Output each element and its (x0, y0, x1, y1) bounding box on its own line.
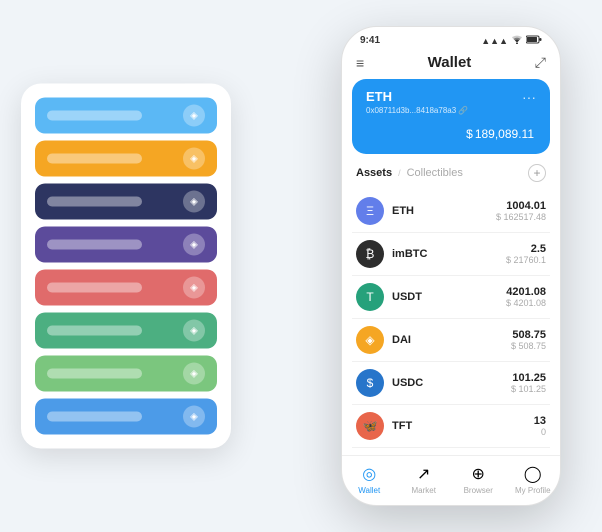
nav-item-my-profile[interactable]: ◯ My Profile (513, 464, 553, 495)
stack-card-icon: ◈ (183, 320, 205, 342)
stack-card-2[interactable]: ◈ (35, 184, 217, 220)
tab-divider: / (398, 168, 401, 178)
asset-amounts-dai: 508.75 $ 508.75 (511, 329, 546, 351)
asset-secondary-usdt: $ 4201.08 (506, 298, 546, 308)
stack-card-icon: ◈ (183, 191, 205, 213)
asset-secondary-tft: 0 (534, 427, 546, 437)
asset-list: Ξ ETH 1004.01 $ 162517.48 ₿ imBTC 2.5 $ … (342, 190, 560, 455)
eth-card-balance: $189,089.11 (366, 121, 536, 144)
nav-label-wallet: Wallet (358, 486, 380, 495)
stack-card-bar (47, 111, 142, 121)
stack-card-bar (47, 369, 142, 379)
asset-icon-usdt: T (356, 283, 384, 311)
nav-icon-wallet: ◎ (362, 464, 376, 484)
stack-card-icon: ◈ (183, 148, 205, 170)
eth-card-address: 0x08711d3b...8418a78a3 🔗 (366, 106, 536, 115)
stack-card-bar (47, 412, 142, 422)
asset-amounts-usdt: 4201.08 $ 4201.08 (506, 286, 546, 308)
asset-amounts-usdc: 101.25 $ 101.25 (511, 372, 546, 394)
asset-icon-imbtc: ₿ (356, 240, 384, 268)
asset-item-imbtc[interactable]: ₿ imBTC 2.5 $ 21760.1 (352, 233, 550, 276)
eth-card[interactable]: ··· ETH 0x08711d3b...8418a78a3 🔗 $189,08… (352, 79, 550, 154)
asset-icon-eth: Ξ (356, 197, 384, 225)
header-title: Wallet (428, 54, 472, 71)
stack-card-icon: ◈ (183, 363, 205, 385)
status-time: 9:41 (360, 35, 380, 46)
nav-icon-browser: ⊕ (472, 464, 485, 484)
stack-card-icon: ◈ (183, 234, 205, 256)
add-asset-button[interactable]: + (528, 164, 546, 182)
stack-card-bar (47, 240, 142, 250)
eth-card-title: ETH (366, 89, 536, 104)
nav-item-wallet[interactable]: ◎ Wallet (349, 464, 389, 495)
status-bar: 9:41 ▲▲▲ (342, 27, 560, 50)
battery-icon (526, 35, 542, 46)
stack-card-icon: ◈ (183, 277, 205, 299)
asset-secondary-eth: $ 162517.48 (496, 212, 546, 222)
asset-item-usdc[interactable]: $ USDC 101.25 $ 101.25 (352, 362, 550, 405)
asset-name-usdt: USDT (392, 291, 506, 303)
stack-card-bar (47, 326, 142, 336)
asset-name-eth: ETH (392, 205, 496, 217)
asset-amounts-tft: 13 0 (534, 415, 546, 437)
nav-label-my profile: My Profile (515, 486, 551, 495)
menu-icon[interactable]: ≡ (356, 55, 364, 71)
stack-card-6[interactable]: ◈ (35, 356, 217, 392)
nav-label-browser: Browser (464, 486, 493, 495)
stack-card-5[interactable]: ◈ (35, 313, 217, 349)
asset-name-tft: TFT (392, 420, 534, 432)
asset-icon-tft: 🦋 (356, 412, 384, 440)
asset-name-usdc: USDC (392, 377, 511, 389)
nav-icon-my profile: ◯ (524, 464, 542, 484)
asset-icon-dai: ◈ (356, 326, 384, 354)
stack-card-bar (47, 283, 142, 293)
nav-item-browser[interactable]: ⊕ Browser (458, 464, 498, 495)
asset-name-dai: DAI (392, 334, 511, 346)
asset-primary-imbtc: 2.5 (506, 243, 546, 255)
stack-card-bar (47, 197, 142, 207)
asset-primary-eth: 1004.01 (496, 200, 546, 212)
assets-tab-collectibles[interactable]: Collectibles (407, 167, 463, 179)
wifi-icon (511, 35, 523, 46)
asset-icon-usdc: $ (356, 369, 384, 397)
bottom-nav: ◎ Wallet ↗ Market ⊕ Browser ◯ My Profile (342, 455, 560, 505)
asset-item-usdt[interactable]: T USDT 4201.08 $ 4201.08 (352, 276, 550, 319)
currency-symbol: $ (466, 127, 473, 141)
asset-amounts-eth: 1004.01 $ 162517.48 (496, 200, 546, 222)
asset-primary-usdc: 101.25 (511, 372, 546, 384)
stack-card-7[interactable]: ◈ (35, 399, 217, 435)
stack-card-3[interactable]: ◈ (35, 227, 217, 263)
asset-item-eth[interactable]: Ξ ETH 1004.01 $ 162517.48 (352, 190, 550, 233)
stack-card-0[interactable]: ◈ (35, 98, 217, 134)
stack-card-1[interactable]: ◈ (35, 141, 217, 177)
asset-secondary-dai: $ 508.75 (511, 341, 546, 351)
expand-icon[interactable]: ⤢ (535, 54, 546, 71)
phone-header: ≡ Wallet ⤢ (342, 50, 560, 79)
nav-label-market: Market (412, 486, 436, 495)
stack-card-icon: ◈ (183, 105, 205, 127)
asset-item-tft[interactable]: 🦋 TFT 13 0 (352, 405, 550, 448)
asset-amounts-imbtc: 2.5 $ 21760.1 (506, 243, 546, 265)
nav-icon-market: ↗ (417, 464, 430, 484)
asset-primary-dai: 508.75 (511, 329, 546, 341)
nav-item-market[interactable]: ↗ Market (404, 464, 444, 495)
asset-item-dai[interactable]: ◈ DAI 508.75 $ 508.75 (352, 319, 550, 362)
asset-secondary-usdc: $ 101.25 (511, 384, 546, 394)
phone-mockup: 9:41 ▲▲▲ ≡ Wallet ⤢ ··· ETH 0x08711d3b..… (341, 26, 561, 506)
status-icons: ▲▲▲ (481, 35, 542, 46)
asset-primary-tft: 13 (534, 415, 546, 427)
assets-tab-active[interactable]: Assets (356, 167, 392, 179)
card-stack: ◈ ◈ ◈ ◈ ◈ ◈ ◈ ◈ (21, 84, 231, 449)
asset-secondary-imbtc: $ 21760.1 (506, 255, 546, 265)
asset-name-imbtc: imBTC (392, 248, 506, 260)
scene: ◈ ◈ ◈ ◈ ◈ ◈ ◈ ◈ 9:41 ▲▲▲ (21, 16, 581, 516)
stack-card-bar (47, 154, 142, 164)
assets-header: Assets / Collectibles + (342, 164, 560, 190)
eth-card-menu[interactable]: ··· (522, 89, 536, 105)
asset-primary-usdt: 4201.08 (506, 286, 546, 298)
stack-card-4[interactable]: ◈ (35, 270, 217, 306)
signal-icon: ▲▲▲ (481, 36, 508, 46)
assets-tabs: Assets / Collectibles (356, 167, 463, 179)
stack-card-icon: ◈ (183, 406, 205, 428)
